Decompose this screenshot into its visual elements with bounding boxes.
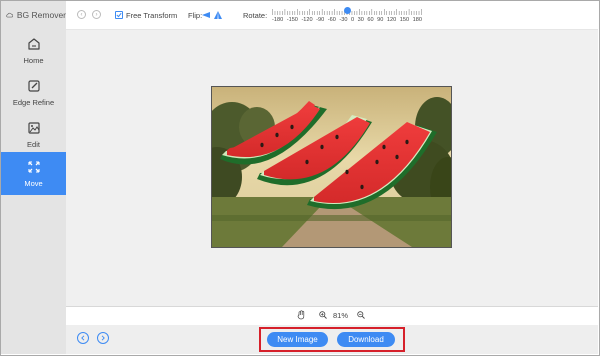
app-title-bar: BG Remover [1,1,66,29]
rotate-tick-label: -30 [339,17,348,23]
rotate-tick-label: -90 [316,17,325,23]
rotate-tick-label: 0 [350,17,355,23]
edge-refine-icon [27,80,40,92]
rotate-tick-label: 120 [386,17,397,23]
watermelon-road-image [212,87,451,247]
sidebar-item-edge-refine[interactable]: Edge Refine [1,72,66,114]
zoom-level: 81% [333,311,349,320]
zoom-bar: 81% [66,307,598,325]
check-icon [116,12,122,18]
editing-canvas[interactable] [66,30,598,307]
rotate-tick-label: -120 [301,17,313,23]
previous-button[interactable] [77,332,89,344]
chevron-left-icon: ‹ [80,11,83,18]
chevron-right-icon: › [95,11,98,18]
sidebar-item-label: Edge Refine [12,98,55,107]
rotate-tick-label: 150 [399,17,410,23]
free-transform-checkbox[interactable] [115,11,123,19]
sidebar-item-edit[interactable]: Edit [1,114,66,156]
flip-vertical-icon[interactable] [213,10,223,20]
rotate-tick-label: -60 [327,17,336,23]
sidebar-item-label: Edit [27,140,40,149]
cloud-logo-icon [6,12,13,18]
undo-button[interactable]: ‹ [77,10,86,19]
chevron-right-icon [101,335,105,341]
free-transform-label: Free Transform [126,11,178,20]
flip-horizontal-icon[interactable] [201,10,211,20]
hand-pan-icon[interactable] [297,310,306,320]
sidebar-item-home[interactable]: Home [1,30,66,72]
rotate-tick-label: 180 [412,17,422,23]
rotate-slider[interactable]: -180 -150 -120 -90 -60 -30 0 30 60 90 120 150 180 [272,7,422,27]
move-icon [27,160,40,173]
next-button[interactable] [97,332,109,344]
sidebar: BG Remover Home Edge Refine Edit Move [1,1,66,354]
app-title: BG Remover [16,10,66,20]
sidebar-item-label: Home [23,56,44,65]
rotate-label: Rotate: [243,11,268,20]
zoom-out-icon[interactable] [357,311,365,319]
top-toolbar: ‹ › Free Transform Flip: Rotate: -180 -15… [66,1,598,30]
image-edit-icon [27,122,40,134]
new-image-button[interactable]: New Image [267,332,328,347]
rotate-tick-label: -180 [272,17,284,23]
home-icon [27,38,40,50]
download-button[interactable]: Download [337,332,395,347]
rotate-tick-label: 30 [357,17,364,23]
rotate-tick-labels: -180 -150 -120 -90 -60 -30 0 30 60 90 120 150 180 [272,17,422,23]
rotate-tick-label: -150 [286,17,298,23]
image-preview[interactable] [211,86,452,248]
rotate-tick-label: 90 [377,17,384,23]
rotate-tick-label: 60 [367,17,374,23]
sidebar-item-label: Move [24,178,43,188]
bottom-action-bar: New Image Download [66,325,598,354]
rotate-slider-handle[interactable] [343,7,351,14]
redo-button[interactable]: › [92,10,101,19]
sidebar-item-move[interactable]: Move [1,152,66,195]
zoom-in-icon[interactable] [319,311,327,319]
chevron-left-icon [81,335,85,341]
